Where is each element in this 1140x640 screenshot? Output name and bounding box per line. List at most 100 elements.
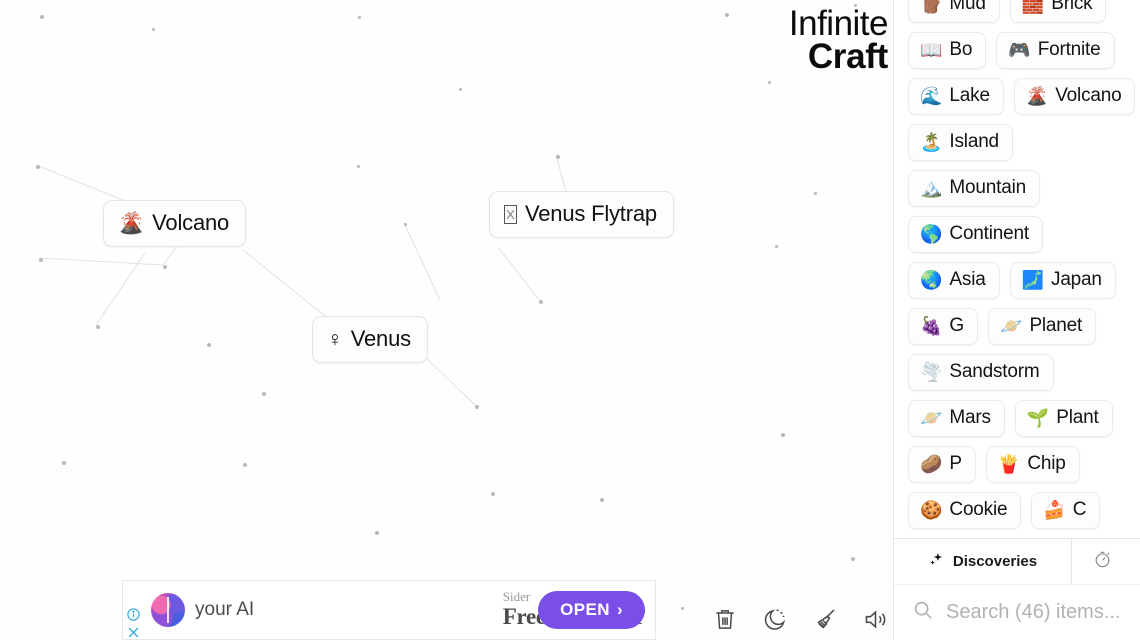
stopwatch-icon	[1093, 550, 1112, 573]
background-star	[681, 607, 684, 610]
item-emoji-icon: 🍪	[920, 500, 943, 520]
background-star	[781, 433, 785, 437]
sidebar-item-island[interactable]: 🏝️ Island	[908, 124, 1013, 161]
background-star	[358, 16, 361, 19]
sidebar-item-lake[interactable]: 🌊 Lake	[908, 78, 1004, 115]
sidebar-item-mud[interactable]: 🪵 Mud	[908, 0, 1000, 23]
background-star	[243, 463, 247, 467]
element-list[interactable]: 🪵 Mud 🧱 Brick 📖 Bo 🎮 Fortnite 🌊 Lake 🌋 Volcano 🏝️ Isl…	[894, 0, 1140, 538]
search-bar[interactable]	[894, 584, 1140, 640]
sidebar-item-volcano[interactable]: 🌋 Volcano	[1013, 78, 1136, 115]
search-input[interactable]	[946, 601, 1124, 624]
sidebar-item-japan[interactable]: 🗾 Japan	[1009, 262, 1116, 299]
item-emoji-icon: 🪐	[1000, 316, 1023, 336]
sidebar-item-planet[interactable]: 🪐 Planet	[988, 308, 1097, 345]
item-emoji-icon: 🗾	[1021, 270, 1045, 290]
background-star	[600, 498, 604, 502]
background-star	[96, 325, 100, 329]
tab-recent[interactable]	[1072, 539, 1140, 584]
item-emoji-icon: 🌏	[920, 270, 943, 290]
item-label: P	[949, 453, 962, 474]
item-emoji-icon: 🧱	[1021, 0, 1045, 14]
item-label: Mud	[949, 0, 986, 14]
ad-info-icon[interactable]	[126, 607, 141, 622]
venus-emoji-icon: ♀	[327, 327, 343, 351]
sidebar-item-g[interactable]: 🍇 G	[908, 308, 979, 345]
sparkles-icon	[928, 551, 945, 572]
crafting-canvas[interactable]: 🌋 Volcano Venus Flytrap ♀ Venus	[0, 0, 893, 640]
ad-close-icon[interactable]	[126, 625, 141, 640]
item-label: Lake	[949, 85, 990, 106]
sidebar-item-p[interactable]: 🥔 P	[908, 446, 976, 483]
logo-line-infinite: Infinite	[788, 4, 889, 43]
background-star	[851, 557, 855, 561]
background-star	[539, 300, 543, 304]
item-emoji-icon: 🌊	[920, 86, 943, 106]
item-label: Chip	[1027, 453, 1066, 474]
sidebar-item-mountain[interactable]: 🏔️ Mountain	[908, 170, 1040, 207]
sidebar-item-c[interactable]: 🍰 C	[1031, 492, 1101, 529]
item-label: C	[1072, 499, 1087, 520]
infinite-craft-app: 🌋 Volcano Venus Flytrap ♀ Venus Infinite Cra…	[0, 0, 1140, 640]
canvas-node-volcano[interactable]: 🌋 Volcano	[103, 200, 247, 247]
item-label: Cookie	[949, 499, 1008, 520]
sidebar-item-chip[interactable]: 🍟 Chip	[985, 446, 1080, 483]
tab-discoveries-label: Discoveries	[952, 553, 1038, 570]
sidebar-item-sandstorm[interactable]: 🌪️ Sandstorm	[908, 354, 1054, 391]
item-emoji-icon: 📖	[920, 40, 943, 60]
item-label: Fortnite	[1037, 39, 1101, 60]
background-star	[262, 392, 266, 396]
sidebar-item-plant[interactable]: 🌱 Plant	[1014, 400, 1113, 437]
item-label: Island	[949, 131, 999, 152]
item-emoji-icon: 🌋	[1025, 86, 1049, 106]
background-star	[357, 165, 360, 168]
background-star	[152, 28, 155, 31]
sidebar-item-cookie[interactable]: 🍪 Cookie	[908, 492, 1022, 529]
background-star	[459, 88, 462, 91]
ad-open-button[interactable]: OPEN ›	[538, 591, 645, 629]
sidebar-item-fortnite[interactable]: 🎮 Fortnite	[996, 32, 1115, 69]
speaker-icon[interactable]	[860, 604, 890, 634]
tab-discoveries[interactable]: Discoveries	[894, 539, 1072, 584]
background-star	[39, 258, 43, 262]
canvas-node-venus[interactable]: ♀ Venus	[312, 316, 428, 363]
ad-controls	[124, 592, 142, 640]
item-emoji-icon: 🏝️	[920, 132, 943, 152]
background-star	[814, 192, 817, 195]
missing-glyph-icon	[504, 204, 517, 224]
background-star	[556, 155, 560, 159]
sidebar-item-brick[interactable]: 🧱 Brick	[1009, 0, 1107, 23]
canvas-node-label: Venus Flytrap	[525, 201, 657, 226]
item-label: Mountain	[949, 177, 1026, 198]
item-emoji-icon: 🥔	[920, 454, 943, 474]
trash-icon[interactable]	[710, 604, 740, 634]
logo-line-craft: Craft	[807, 36, 888, 76]
broom-icon[interactable]	[810, 604, 840, 634]
background-star	[163, 265, 167, 269]
background-star	[475, 405, 479, 409]
canvas-node-venus-flytrap[interactable]: Venus Flytrap	[489, 191, 674, 238]
item-emoji-icon: 🎮	[1008, 40, 1031, 60]
search-icon	[912, 599, 934, 626]
sidebar-item-bo[interactable]: 📖 Bo	[908, 32, 987, 69]
sider-logo-icon	[151, 593, 185, 627]
item-label: Mars	[949, 407, 991, 428]
sidebar-item-asia[interactable]: 🌏 Asia	[908, 262, 1000, 299]
sidebar-tabs: Discoveries	[894, 538, 1140, 584]
sidebar-item-continent[interactable]: 🌎 Continent	[908, 216, 1043, 253]
chevron-right-icon: ›	[616, 600, 623, 619]
moon-icon[interactable]	[760, 604, 790, 634]
item-label: Asia	[949, 269, 986, 290]
background-star	[725, 13, 729, 17]
item-label: G	[949, 315, 965, 336]
item-emoji-icon: 🍰	[1043, 500, 1066, 520]
item-label: Planet	[1029, 315, 1083, 336]
volcano-emoji-icon: 🌋	[118, 211, 145, 235]
item-label: Volcano	[1055, 85, 1122, 106]
ad-banner[interactable]: your AI Sider Free ChatGPT OPEN ›	[122, 580, 656, 640]
item-emoji-icon: 🏔️	[920, 178, 943, 198]
item-emoji-icon: 🪵	[920, 0, 943, 14]
sidebar-item-mars[interactable]: 🪐 Mars	[908, 400, 1005, 437]
item-emoji-icon: 🌎	[920, 224, 943, 244]
item-emoji-icon: 🌪️	[920, 362, 943, 382]
